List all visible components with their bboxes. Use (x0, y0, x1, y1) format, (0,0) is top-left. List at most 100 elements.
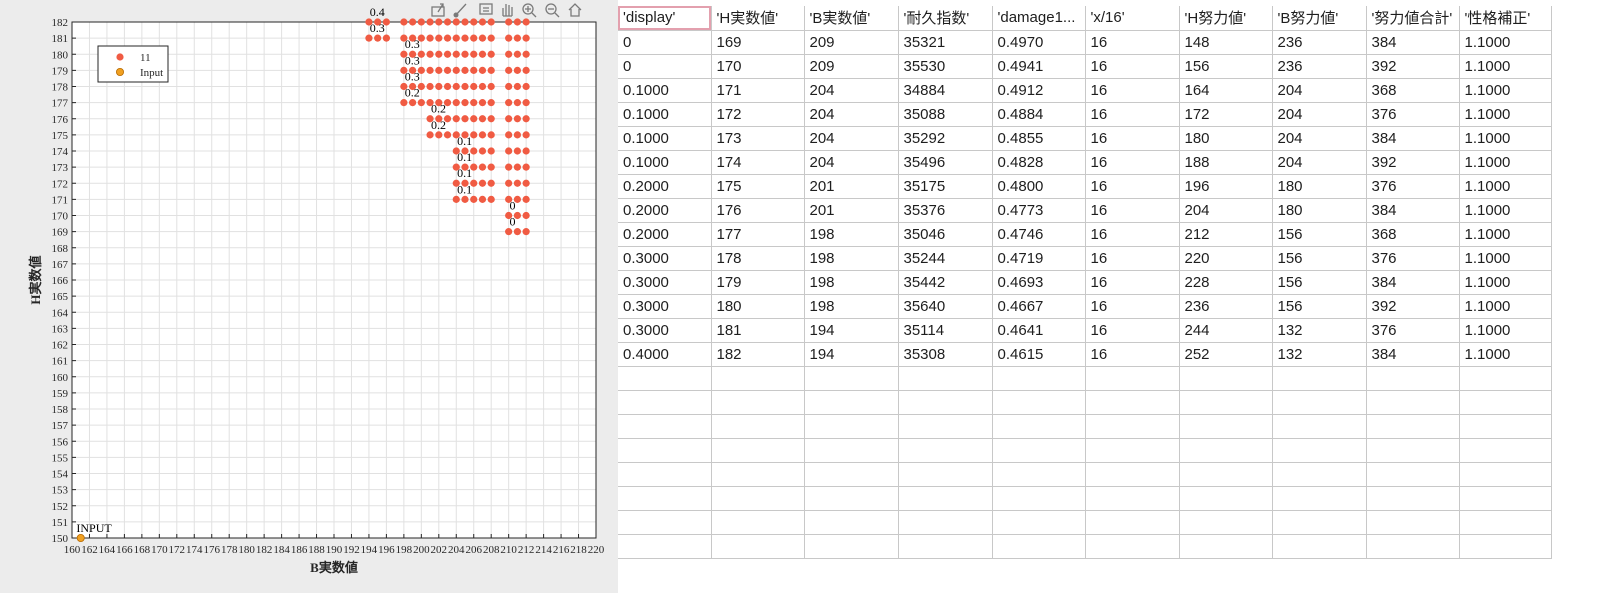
empty-cell[interactable] (618, 510, 712, 535)
table-cell[interactable]: 1.1000 (1459, 54, 1552, 79)
data-point[interactable] (426, 50, 434, 58)
table-cell[interactable]: 35292 (898, 126, 993, 151)
data-point[interactable] (513, 163, 522, 171)
empty-cell[interactable] (804, 390, 899, 415)
empty-cell[interactable] (618, 534, 712, 559)
table-cell[interactable]: 0.4667 (992, 294, 1086, 319)
table-cell[interactable]: 164 (1179, 78, 1273, 103)
table-cell[interactable]: 1.1000 (1459, 294, 1552, 319)
data-tips-icon[interactable] (479, 3, 493, 15)
table-cell[interactable]: 35496 (898, 150, 993, 175)
table-cell[interactable]: 1.1000 (1459, 246, 1552, 271)
column-header-cell[interactable]: 'x/16' (1085, 6, 1180, 31)
data-point[interactable] (505, 147, 513, 155)
table-cell[interactable]: 156 (1272, 246, 1367, 271)
data-point[interactable] (522, 147, 530, 155)
empty-cell[interactable] (898, 366, 993, 391)
table-cell[interactable]: 204 (804, 150, 899, 175)
scatter-plot[interactable]: 160 162 164 166 168 170 172 174 176 178 180 182 184 1… (0, 0, 618, 593)
table-cell[interactable]: 181 (711, 318, 805, 343)
data-point[interactable] (522, 115, 530, 123)
brush-icon[interactable] (453, 3, 467, 18)
data-point[interactable] (513, 99, 522, 107)
empty-cell[interactable] (804, 462, 899, 487)
empty-cell[interactable] (1179, 486, 1273, 511)
table-cell[interactable]: 204 (804, 126, 899, 151)
table-cell[interactable]: 16 (1085, 222, 1180, 247)
empty-cell[interactable] (1459, 366, 1552, 391)
empty-cell[interactable] (1459, 414, 1552, 439)
data-point[interactable] (505, 131, 513, 139)
table-cell[interactable]: 171 (711, 78, 805, 103)
data-point[interactable] (461, 50, 469, 58)
data-point[interactable] (443, 66, 452, 74)
table-cell[interactable]: 156 (1179, 54, 1273, 79)
table-cell[interactable]: 368 (1366, 78, 1460, 103)
data-point[interactable] (478, 131, 487, 139)
data-point[interactable] (452, 50, 460, 58)
table-cell[interactable]: 0.3000 (618, 294, 712, 319)
data-point[interactable] (522, 50, 530, 58)
data-point[interactable] (426, 18, 434, 26)
empty-cell[interactable] (804, 510, 899, 535)
table-cell[interactable]: 194 (804, 318, 899, 343)
empty-cell[interactable] (804, 414, 899, 439)
table-cell[interactable]: 1.1000 (1459, 102, 1552, 127)
table-cell[interactable]: 244 (1179, 318, 1273, 343)
table-cell[interactable]: 0.4615 (992, 342, 1086, 367)
data-point[interactable] (461, 18, 469, 26)
data-point[interactable] (478, 163, 487, 171)
empty-cell[interactable] (1272, 414, 1367, 439)
empty-cell[interactable] (1366, 486, 1460, 511)
table-cell[interactable]: 16 (1085, 150, 1180, 175)
empty-cell[interactable] (1272, 486, 1367, 511)
data-point[interactable] (470, 82, 478, 91)
empty-cell[interactable] (898, 486, 993, 511)
table-cell[interactable]: 0.1000 (618, 150, 712, 175)
data-point[interactable] (461, 34, 469, 42)
empty-cell[interactable] (1085, 534, 1180, 559)
table-cell[interactable]: 204 (1272, 102, 1367, 127)
data-point[interactable] (470, 18, 478, 26)
empty-cell[interactable] (1459, 486, 1552, 511)
table-cell[interactable]: 16 (1085, 78, 1180, 103)
empty-cell[interactable] (711, 486, 805, 511)
table-cell[interactable]: 177 (711, 222, 805, 247)
table-cell[interactable]: 228 (1179, 270, 1273, 295)
table-cell[interactable]: 384 (1366, 126, 1460, 151)
table-cell[interactable]: 209 (804, 30, 899, 55)
table-cell[interactable]: 0.4828 (992, 150, 1086, 175)
empty-cell[interactable] (1272, 366, 1367, 391)
empty-cell[interactable] (1085, 366, 1180, 391)
empty-cell[interactable] (1179, 534, 1273, 559)
table-cell[interactable]: 198 (804, 222, 899, 247)
table-cell[interactable]: 16 (1085, 294, 1180, 319)
table-cell[interactable]: 376 (1366, 318, 1460, 343)
table-cell[interactable]: 204 (804, 78, 899, 103)
empty-cell[interactable] (992, 438, 1086, 463)
table-cell[interactable]: 0.4855 (992, 126, 1086, 151)
table-cell[interactable]: 176 (711, 198, 805, 223)
data-point[interactable] (435, 82, 443, 91)
column-header-cell[interactable]: '耐久指数' (898, 6, 993, 31)
data-point[interactable] (487, 163, 495, 171)
data-point[interactable] (426, 34, 434, 42)
table-cell[interactable]: 1.1000 (1459, 174, 1552, 199)
zoom-in-icon[interactable] (522, 3, 537, 18)
data-point[interactable] (487, 18, 495, 26)
data-point[interactable] (443, 50, 452, 58)
data-point[interactable] (435, 50, 443, 58)
data-point[interactable] (487, 131, 495, 139)
table-cell[interactable]: 35308 (898, 342, 993, 367)
empty-cell[interactable] (804, 486, 899, 511)
data-point[interactable] (478, 99, 487, 107)
empty-cell[interactable] (711, 438, 805, 463)
empty-cell[interactable] (804, 438, 899, 463)
table-cell[interactable]: 368 (1366, 222, 1460, 247)
column-header-cell[interactable]: '性格補正' (1459, 6, 1552, 31)
data-point[interactable] (522, 82, 530, 91)
data-point[interactable] (443, 82, 452, 91)
empty-cell[interactable] (1366, 462, 1460, 487)
data-point[interactable] (487, 50, 495, 58)
data-point[interactable] (409, 18, 417, 26)
